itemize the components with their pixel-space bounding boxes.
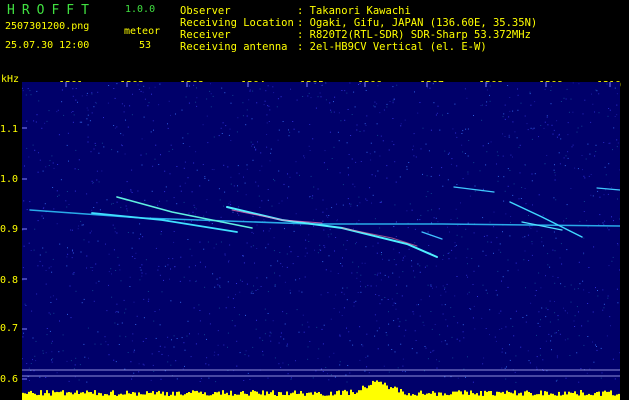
y-tick-label: 0.7 bbox=[0, 323, 19, 334]
y-tick-label: 1.1 bbox=[0, 124, 19, 135]
meteor-count: 53 bbox=[139, 40, 152, 51]
app-version: 1.0.0 bbox=[125, 4, 156, 15]
location-value: : Ogaki, Gifu, JAPAN (136.60E, 35.35N) bbox=[297, 17, 538, 29]
receiver-label: Receiver bbox=[180, 29, 231, 41]
receiver-value: : R820T2(RTL-SDR) SDR-Sharp 53.372MHz bbox=[297, 29, 531, 41]
location-label: Receiving Location bbox=[180, 17, 294, 29]
header-panel: HROFFT 1.0.0 2507301200.png 25.07.30 12:… bbox=[0, 0, 629, 74]
y-tick-label: 1.0 bbox=[0, 174, 19, 185]
spectrogram-plot bbox=[22, 82, 620, 400]
timestamp: 25.07.30 12:00 bbox=[5, 40, 90, 51]
meteor-label: meteor bbox=[124, 26, 161, 37]
app-title: HROFFT bbox=[7, 3, 96, 18]
y-tick-label: 0.9 bbox=[0, 224, 19, 235]
file-name: 2507301200.png bbox=[5, 21, 90, 32]
y-tick-label: 0.8 bbox=[0, 275, 19, 286]
antenna-value: : 2el-HB9CV Vertical (el. E-W) bbox=[297, 41, 487, 53]
spectrogram-background bbox=[22, 82, 620, 400]
y-tick-label: 0.6 bbox=[0, 374, 19, 385]
observer-value: : Takanori Kawachi bbox=[297, 5, 411, 17]
observer-label: Observer bbox=[180, 5, 231, 17]
antenna-label: Receiving antenna bbox=[180, 41, 288, 53]
frequency-unit-label: kHz bbox=[1, 74, 20, 85]
